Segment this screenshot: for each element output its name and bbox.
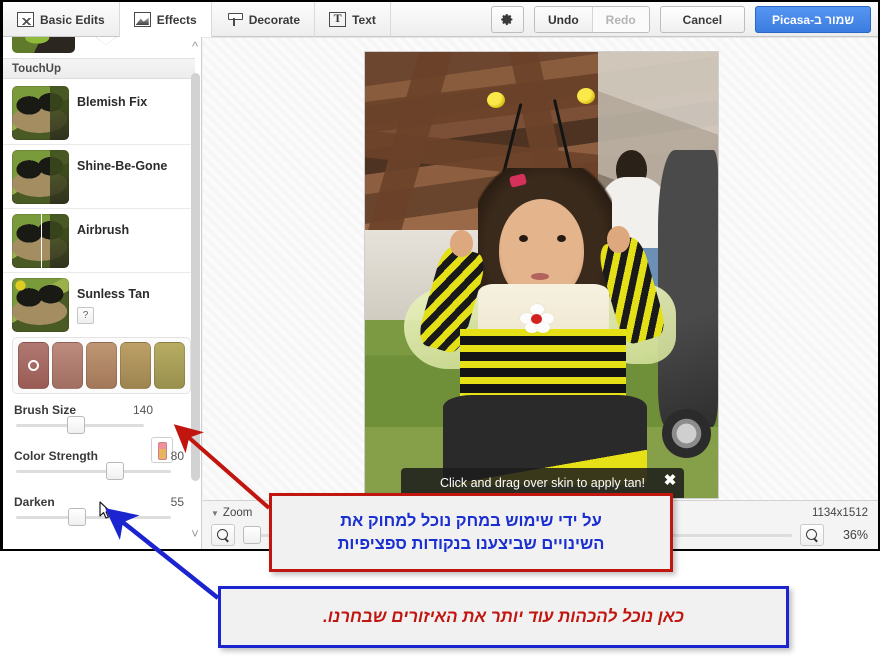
slider-value: 55	[171, 495, 184, 509]
effect-item-shine-be-gone[interactable]: Shine-Be-Gone	[3, 145, 195, 209]
effect-label: Shine-Be-Gone	[77, 159, 167, 173]
effect-item-blemish-fix[interactable]: Blemish Fix	[3, 81, 195, 145]
photo-instruction-text: Click and drag over skin to apply tan!	[440, 476, 645, 490]
annotation-darken-note: כאן נוכל להכהות עוד יותר את האיזורים שבח…	[218, 586, 789, 648]
tab-text[interactable]: Text	[315, 2, 391, 37]
slider-handle[interactable]	[106, 462, 124, 480]
slider-label: Color Strength	[14, 449, 98, 463]
photo-antenna-ball-right	[577, 88, 595, 104]
photo-stroller-wheel	[662, 409, 711, 458]
tab-basic-edits[interactable]: Basic Edits	[3, 2, 120, 37]
zoom-percentage: 36%	[832, 528, 868, 542]
text-tool-icon	[329, 12, 346, 27]
slider-handle[interactable]	[67, 416, 85, 434]
annotation-line: על ידי שימוש במחק נוכל למחוק את	[340, 510, 602, 532]
zoom-slider-handle[interactable]	[243, 526, 261, 544]
image-dimensions: 1134x1512	[812, 507, 868, 519]
section-header-touchup: TouchUp	[3, 58, 195, 79]
picture-icon	[134, 12, 151, 27]
slider-label: Brush Size	[14, 403, 76, 417]
annotation-line: השינויים שביצענו בנקודות ספציפיות	[338, 533, 605, 555]
photo-antenna-ball-left	[487, 92, 505, 108]
tab-bar: Basic Edits Effects Decorate Text	[3, 2, 391, 37]
screenshot-root: Basic Edits Effects Decorate Text	[0, 0, 880, 659]
slider-value: 140	[133, 403, 153, 417]
zoom-in-button[interactable]	[800, 524, 824, 546]
photo-flower-applique	[520, 304, 554, 334]
photo-eye-left	[519, 235, 528, 242]
top-toolbar: Basic Edits Effects Decorate Text	[3, 2, 879, 37]
slider-value: 80	[171, 449, 184, 463]
tab-decorate-label: Decorate	[249, 13, 300, 27]
tan-swatch-5[interactable]	[154, 342, 185, 389]
undo-redo-group: Undo Redo	[534, 6, 650, 33]
annotation-line: כאן נוכל להכהות עוד יותר את האיזורים שבח…	[323, 607, 684, 627]
tab-effects-label: Effects	[157, 13, 197, 27]
effect-label: Airbrush	[77, 223, 129, 237]
selected-indicator-icon	[28, 360, 39, 371]
slider-handle[interactable]	[68, 508, 86, 526]
tan-swatch-4[interactable]	[120, 342, 151, 389]
slider-track[interactable]	[16, 424, 144, 427]
eraser-icon	[158, 442, 167, 460]
photo-editor-window: Basic Edits Effects Decorate Text	[0, 0, 880, 551]
tab-text-label: Text	[352, 13, 376, 27]
paint-roller-icon	[226, 12, 243, 27]
photo-hand-left	[450, 230, 473, 257]
edited-photo[interactable]: Click and drag over skin to apply tan! ✖	[364, 51, 719, 499]
help-button[interactable]: ?	[77, 307, 94, 324]
effect-item-airbrush[interactable]: Airbrush	[3, 209, 195, 273]
tan-swatch-1[interactable]	[18, 342, 49, 389]
tab-effects[interactable]: Effects	[120, 2, 212, 37]
annotation-eraser-note: על ידי שימוש במחק נוכל למחוק את השינויים…	[269, 493, 673, 572]
effects-sidebar: TouchUp Blemish Fix Shine-Be-Gone Airbru…	[3, 37, 202, 549]
gear-icon	[501, 13, 514, 26]
magnifier-minus-icon	[217, 529, 229, 541]
slider-track[interactable]	[16, 470, 171, 473]
toolbar-actions: Undo Redo Cancel שמור ב-Picasa	[491, 6, 871, 33]
cancel-button[interactable]: Cancel	[660, 6, 745, 33]
close-icon[interactable]: ✖	[662, 473, 678, 489]
photo-hand-right	[607, 226, 630, 253]
slider-track[interactable]	[16, 516, 171, 519]
editor-canvas[interactable]: Click and drag over skin to apply tan! ✖	[203, 37, 878, 549]
zoom-label: Zoom	[223, 507, 252, 519]
sidebar-scroll-content: TouchUp Blemish Fix Shine-Be-Gone Airbru…	[3, 37, 202, 549]
redo-button[interactable]: Redo	[593, 7, 649, 32]
magnifier-plus-icon	[806, 529, 818, 541]
zoom-out-button[interactable]	[211, 524, 235, 546]
mouse-cursor-icon	[99, 501, 113, 520]
photo-stroller	[658, 150, 718, 427]
effect-thumbnail	[12, 86, 69, 140]
caret-down-icon[interactable]: ▼	[211, 509, 219, 518]
previous-effect-thumbnail[interactable]	[12, 37, 75, 53]
tab-basic-edits-label: Basic Edits	[40, 13, 105, 27]
effect-thumbnail	[12, 150, 69, 204]
effect-thumbnail	[12, 278, 69, 332]
panel-notch	[95, 37, 117, 45]
sidebar-scrollbar[interactable]	[191, 45, 200, 529]
save-to-picasa-button[interactable]: שמור ב-Picasa	[755, 6, 871, 33]
chevron-down-icon[interactable]: ˅	[188, 527, 202, 541]
effect-label: Sunless Tan	[77, 287, 150, 301]
zoom-title-group[interactable]: ▼ Zoom	[211, 507, 252, 519]
chevron-up-icon[interactable]: ^	[188, 40, 202, 54]
tan-swatch-3[interactable]	[86, 342, 117, 389]
effect-item-sunless-tan[interactable]: Sunless Tan ?	[3, 273, 195, 337]
image-adjust-icon	[17, 12, 34, 27]
tan-swatch-2[interactable]	[52, 342, 83, 389]
tan-color-swatches	[12, 337, 191, 394]
effect-label: Blemish Fix	[77, 95, 147, 109]
settings-button[interactable]	[491, 6, 524, 33]
slider-label: Darken	[14, 495, 55, 509]
scrollbar-thumb[interactable]	[191, 73, 200, 481]
photo-mouth	[531, 273, 549, 280]
undo-button[interactable]: Undo	[535, 7, 593, 32]
effect-thumbnail	[12, 214, 69, 268]
photo-costume-stripes	[460, 329, 626, 405]
tab-decorate[interactable]: Decorate	[212, 2, 315, 37]
